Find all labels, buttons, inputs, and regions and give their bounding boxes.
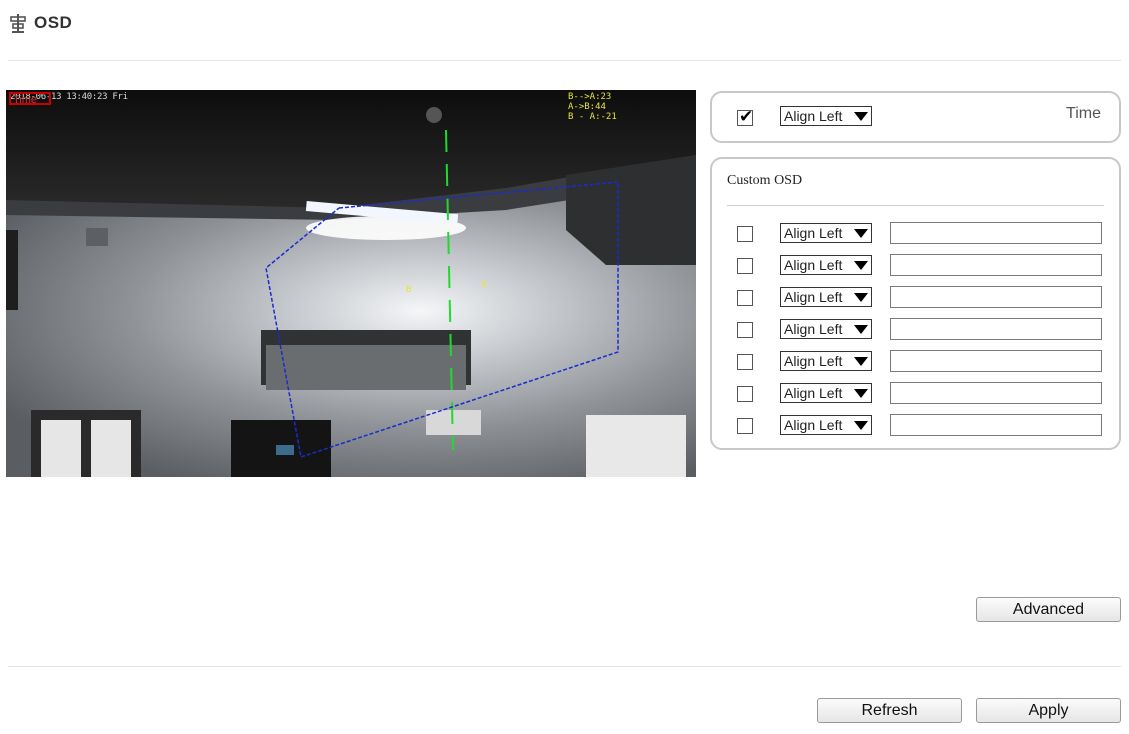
custom-align-select[interactable]: Align Left <box>780 415 872 435</box>
custom-osd-text-input[interactable] <box>890 318 1102 340</box>
custom-align-select[interactable]: Align Left <box>780 255 872 275</box>
time-osd-box[interactable]: Time <box>9 92 51 106</box>
custom-osd-checkbox[interactable] <box>737 258 753 274</box>
custom-osd-panel: Custom OSD Align Left Align Left Align L… <box>710 157 1121 450</box>
time-align-select[interactable]: Align Left <box>780 106 872 126</box>
custom-osd-text-input[interactable] <box>890 222 1102 244</box>
custom-align-select[interactable]: Align Left <box>780 351 872 371</box>
custom-align-value: Align Left <box>784 417 843 433</box>
time-osd-label: Time <box>1066 105 1101 122</box>
custom-align-value: Align Left <box>784 257 843 273</box>
page-title: OSD <box>34 13 73 32</box>
custom-osd-title: Custom OSD <box>727 173 803 188</box>
custom-align-select[interactable]: Align Left <box>780 223 872 243</box>
dropdown-arrow-icon <box>854 229 868 238</box>
advanced-button[interactable]: Advanced <box>976 597 1121 622</box>
counter-line: A->B:44 <box>568 102 606 112</box>
video-preview[interactable]: 2018-06-13 13:40:23 Fri Time B-->A:23 A->… <box>6 90 696 477</box>
counter-overlay: B-->A:23 A->B:44 B - A:-21 <box>568 92 617 122</box>
custom-osd-text-input[interactable] <box>890 286 1102 308</box>
custom-osd-text-input[interactable] <box>890 382 1102 404</box>
refresh-button[interactable]: Refresh <box>817 698 962 723</box>
custom-osd-checkbox[interactable] <box>737 418 753 434</box>
footer-divider <box>8 666 1121 667</box>
marker-b-label: B <box>406 285 412 295</box>
time-osd-checkbox[interactable]: ✔ <box>737 107 754 127</box>
dropdown-arrow-icon <box>854 389 868 398</box>
header-divider <box>8 60 1121 61</box>
custom-align-value: Align Left <box>784 353 843 369</box>
dropdown-arrow-icon <box>854 325 868 334</box>
marker-a-label: A <box>481 280 487 290</box>
custom-align-select[interactable]: Align Left <box>780 319 872 339</box>
dropdown-arrow-icon <box>854 112 868 121</box>
osd-icon <box>10 14 26 33</box>
custom-osd-checkbox[interactable] <box>737 290 753 306</box>
page-header: OSD <box>8 8 72 38</box>
custom-osd-checkbox[interactable] <box>737 322 753 338</box>
custom-osd-divider <box>727 205 1104 206</box>
custom-osd-text-input[interactable] <box>890 254 1102 276</box>
custom-osd-checkbox[interactable] <box>737 354 753 370</box>
custom-align-select[interactable]: Align Left <box>780 287 872 307</box>
custom-align-select[interactable]: Align Left <box>780 383 872 403</box>
counter-line: B-->A:23 <box>568 92 612 102</box>
checkmark-icon: ✔ <box>739 107 754 127</box>
time-osd-panel: ✔ Align Left Time <box>710 91 1121 143</box>
custom-osd-checkbox[interactable] <box>737 386 753 402</box>
dropdown-arrow-icon <box>854 293 868 302</box>
custom-align-value: Align Left <box>784 225 843 241</box>
dropdown-arrow-icon <box>854 357 868 366</box>
counter-line: B - A:-21 <box>568 112 617 122</box>
apply-button[interactable]: Apply <box>976 698 1121 723</box>
dropdown-arrow-icon <box>854 261 868 270</box>
custom-osd-checkbox[interactable] <box>737 226 753 242</box>
custom-align-value: Align Left <box>784 385 843 401</box>
time-align-value: Align Left <box>784 108 843 124</box>
camera-frame <box>6 90 696 477</box>
dropdown-arrow-icon <box>854 421 868 430</box>
custom-osd-text-input[interactable] <box>890 414 1102 436</box>
custom-osd-text-input[interactable] <box>890 350 1102 372</box>
custom-align-value: Align Left <box>784 321 843 337</box>
custom-align-value: Align Left <box>784 289 843 305</box>
